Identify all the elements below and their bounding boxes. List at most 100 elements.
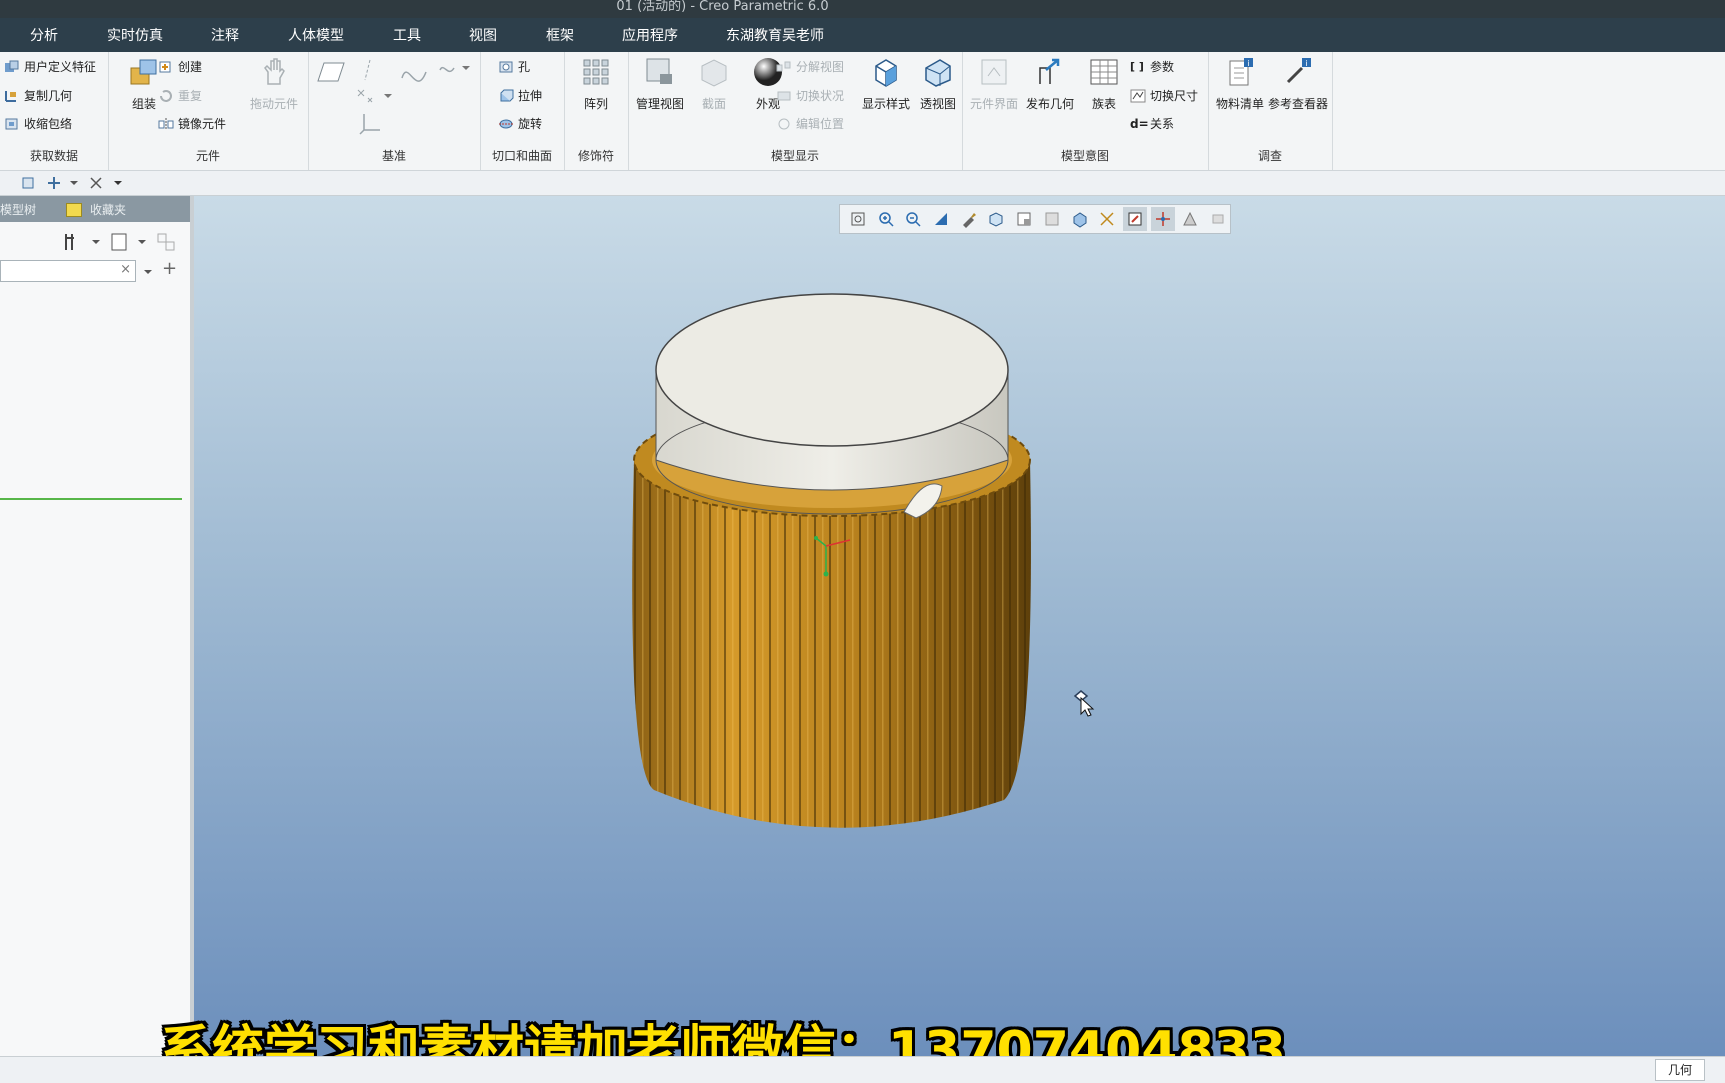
zoom-in-button[interactable] (874, 207, 898, 231)
tab-annotate[interactable]: 注释 (211, 18, 239, 52)
family-table-button[interactable]: 族表 (1072, 56, 1136, 112)
repaint-button[interactable] (929, 207, 953, 231)
user-defined-feature-button[interactable]: 用户定义特征 (4, 58, 96, 75)
section-view-icon (1073, 212, 1087, 228)
group-label-get-data[interactable]: 获取数据 (0, 147, 108, 164)
perspective-cube-icon (925, 59, 951, 87)
more-tools-icon (1212, 214, 1224, 224)
chevron-down-icon[interactable] (68, 175, 80, 191)
refit-icon (851, 212, 865, 226)
annotation-display-button[interactable] (1123, 207, 1147, 231)
mirror-component-button[interactable]: 镜像元件 (158, 115, 226, 132)
plane-icon[interactable] (316, 60, 346, 84)
relations-button[interactable]: d= 关系 (1130, 115, 1174, 132)
section-icon (701, 59, 727, 87)
tree-filter-icon[interactable] (156, 232, 178, 252)
point-icon[interactable] (354, 86, 394, 106)
spin-center-button[interactable] (1150, 207, 1175, 231)
triangle-filter-icon (1183, 211, 1198, 226)
perspective-button[interactable]: 透视图 (906, 56, 970, 112)
group-model-display: 管理视图 截面 外观 分解视图 切换状况 编辑位置 显示样式 透视图 模型显示 (628, 52, 963, 170)
tab-model-tree[interactable]: 模型树 (0, 201, 36, 218)
edit-position-button[interactable]: 编辑位置 (776, 115, 844, 132)
cube-orientation-icon (989, 212, 1003, 227)
tab-view[interactable]: 视图 (469, 18, 497, 52)
group-label-modifiers[interactable]: 修饰符 (564, 147, 628, 164)
group-label-datum[interactable]: 基准 (308, 147, 480, 164)
selection-filter-dropdown[interactable]: 几何 (1655, 1059, 1705, 1081)
tree-search-input[interactable]: × (0, 260, 136, 282)
tab-realtime-simulation[interactable]: 实时仿真 (107, 18, 163, 52)
tab-favorites[interactable]: 收藏夹 (90, 201, 126, 218)
group-label-model-display[interactable]: 模型显示 (628, 147, 962, 164)
search-dropdown-icon[interactable] (142, 266, 154, 278)
group-label-model-intent[interactable]: 模型意图 (962, 147, 1208, 164)
saved-orientations-button[interactable] (985, 207, 1009, 231)
axis-icon[interactable] (358, 58, 378, 82)
group-cut-surface: 孔 拉伸 旋转 切口和曲面 (480, 52, 565, 170)
show-menu-icon[interactable] (108, 232, 148, 252)
coordinate-system-icon[interactable] (358, 112, 382, 136)
repeat-button[interactable]: 重复 (158, 87, 202, 104)
clear-search-icon[interactable]: × (120, 262, 131, 277)
annotation-display-icon (1128, 212, 1142, 226)
refit-button[interactable] (846, 207, 870, 231)
hole-button[interactable]: 孔 (498, 58, 530, 75)
knob-3d-model[interactable] (604, 290, 1054, 850)
tab-analysis[interactable]: 分析 (30, 18, 58, 52)
exploded-view-button[interactable]: 分解视图 (776, 58, 844, 75)
more-tools-button[interactable] (1206, 207, 1230, 231)
sketch-curve-icon[interactable] (400, 60, 430, 84)
display-style-view-button[interactable] (957, 207, 981, 231)
tab-manikin[interactable]: 人体模型 (288, 18, 344, 52)
close-window-icon[interactable] (88, 175, 104, 191)
zoom-in-icon (878, 212, 894, 227)
view-manager-button[interactable] (1012, 207, 1036, 231)
tree-settings-icon[interactable] (62, 232, 102, 252)
curve-dropdown-icon[interactable] (438, 58, 472, 78)
copy-geometry-icon (5, 90, 16, 102)
tab-custom-teacher[interactable]: 东湖教育吴老师 (726, 18, 824, 52)
reference-viewer-button[interactable]: i 参考查看器 (1266, 56, 1330, 112)
customize-toolbar-icon[interactable] (112, 175, 124, 191)
add-filter-icon[interactable]: + (162, 258, 177, 279)
exploded-view-icon (776, 61, 791, 71)
pattern-button[interactable]: 阵列 (564, 56, 628, 112)
switch-dimensions-button[interactable]: 切换尺寸 (1130, 87, 1198, 104)
graphics-window[interactable] (194, 196, 1725, 1056)
perspective-view-button[interactable] (1040, 207, 1064, 231)
shrinkwrap-button[interactable]: 收缩包络 (4, 115, 72, 132)
component-interface-button[interactable]: 元件界面 (962, 56, 1026, 112)
spin-center-icon (1155, 212, 1170, 226)
repaint-icon[interactable] (46, 175, 62, 191)
revolve-button[interactable]: 旋转 (498, 115, 542, 132)
group-label-investigate[interactable]: 调查 (1208, 147, 1332, 164)
create-component-button[interactable]: 创建 (158, 58, 202, 75)
svg-text:i: i (1247, 59, 1249, 68)
group-label-cut-surface[interactable]: 切口和曲面 (480, 147, 564, 164)
tab-tools[interactable]: 工具 (393, 18, 421, 52)
insert-indicator-line[interactable] (0, 498, 182, 500)
regenerate-icon[interactable] (20, 175, 36, 191)
group-component: 组装 创建 重复 镜像元件 拖动元件 元件 (108, 52, 309, 170)
drag-component-button[interactable]: 拖动元件 (242, 56, 306, 112)
group-label-component[interactable]: 元件 (108, 147, 308, 164)
bill-of-materials-button[interactable]: i 物料清单 (1208, 56, 1272, 112)
relations-icon: d= (1130, 116, 1149, 131)
reference-viewer-icon: i (1286, 58, 1311, 84)
edit-position-icon (778, 118, 790, 129)
parameters-button[interactable]: [ ] 参数 (1130, 58, 1174, 75)
in-graphics-toolbar (839, 204, 1231, 234)
zoom-out-button[interactable] (901, 207, 925, 231)
copy-geometry-button[interactable]: 复制几何 (4, 87, 72, 104)
svg-text:i: i (1305, 59, 1307, 68)
toggle-status-button[interactable]: 切换状况 (776, 87, 844, 104)
manage-views-icon (646, 58, 672, 84)
datum-display-button[interactable] (1095, 207, 1119, 231)
section-view-button[interactable] (1068, 207, 1092, 231)
tab-applications[interactable]: 应用程序 (622, 18, 678, 52)
extrude-button[interactable]: 拉伸 (498, 87, 542, 104)
appearance-filter-button[interactable] (1179, 207, 1203, 231)
tab-framework[interactable]: 框架 (546, 18, 574, 52)
publish-geometry-icon (1039, 58, 1060, 84)
